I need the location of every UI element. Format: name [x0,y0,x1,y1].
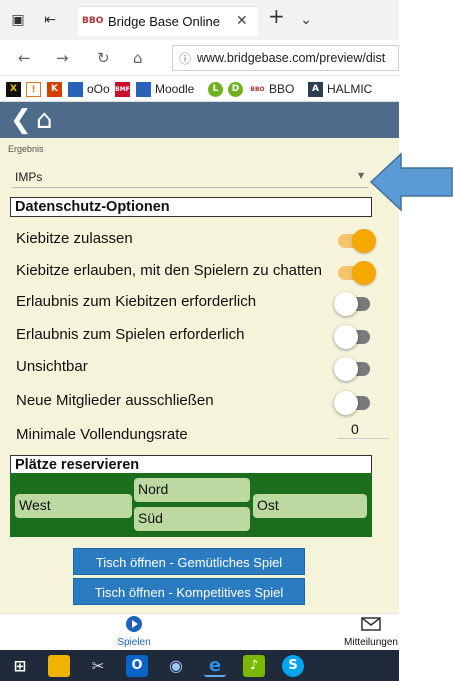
browser-tab-bar: ▣ ⇤ BBO Bridge Base Online ✕ + ⌄ [0,0,399,40]
fav-green-d-icon: D [228,81,243,97]
result-value: IMPs [15,170,43,184]
play-permission-toggle[interactable] [334,325,370,349]
fav-halmic-icon: A [308,81,323,97]
dropdown-caret-icon: ▼ [358,171,365,180]
tab-aside-icon[interactable]: ⇤ [42,12,58,28]
fav-moodle-icon [136,81,151,97]
favorite-item[interactable]: K [47,80,66,98]
url-text: www.bridgebase.com/preview/dist [197,51,386,65]
option-label: Kiebitze erlauben, mit den Spielern zu c… [16,262,323,279]
favorite-item[interactable]: L [208,80,227,98]
favorite-item[interactable]: D [228,80,247,98]
play-tab[interactable]: Spielen [117,616,151,648]
browser-tab[interactable]: BBO Bridge Base Online ✕ [78,6,258,36]
seat-east[interactable]: Ost [253,494,367,518]
favorite-label: BBO [269,82,295,96]
tab-grid-icon[interactable]: ▣ [10,12,26,28]
seat-table: West Nord Süd Ost [10,473,372,537]
min-rate-input[interactable]: 0 [337,421,389,439]
home-icon[interactable]: ⌂ [36,104,53,136]
favorite-item[interactable]: BMF [115,80,134,98]
fav-blue-icon [68,81,83,97]
bbo-favicon-icon: BBO [82,16,104,26]
open-casual-table-button[interactable]: Tisch öffnen - Gemütliches Spiel [73,548,305,575]
exclude-new-members-toggle[interactable] [334,391,370,415]
open-competitive-table-button[interactable]: Tisch öffnen - Kompetitives Spiel [73,578,305,605]
result-label: Ergebnis [8,144,44,154]
favorite-label: Moodle [155,82,195,96]
edge-icon[interactable]: e [204,655,226,677]
fav-green-l-icon: L [208,81,223,97]
option-label: Erlaubnis zum Kiebitzen erforderlich [16,293,257,310]
annotation-arrow-icon [369,152,453,212]
favorite-label: HALMIC [327,82,373,96]
browser-nav-bar: ← → ↻ ⌂ ⓘ www.bridgebase.com/preview/dis… [0,40,399,76]
seat-south[interactable]: Süd [134,507,250,531]
option-label: Kiebitze zulassen [16,230,133,247]
back-icon[interactable]: ← [18,49,31,67]
seat-west[interactable]: West [15,494,132,518]
tab-title: Bridge Base Online [108,14,221,29]
play-tab-label: Spielen [117,637,151,648]
play-icon [126,616,142,632]
fav-bmf-icon: BMF [115,81,130,97]
address-bar[interactable]: ⓘ www.bridgebase.com/preview/dist [172,45,399,71]
favorite-item[interactable]: X [6,80,25,98]
kibitzer-chat-toggle[interactable] [338,261,376,285]
fav-k-icon: K [47,81,62,97]
back-chevron-icon[interactable]: ❮ [10,104,32,136]
favorite-item[interactable]: A HALMIC [308,80,372,98]
min-rate-label: Minimale Vollendungsrate [16,426,188,443]
reserve-seats-heading: Plätze reservieren [10,455,372,475]
option-label: Neue Mitglieder ausschließen [16,392,214,409]
snipping-tool-icon[interactable]: ✂ [87,655,109,677]
new-tab-icon[interactable]: + [268,6,285,26]
file-explorer-icon[interactable] [48,655,70,677]
favorite-item[interactable]: BBO BBO [250,80,294,98]
info-icon[interactable]: ⓘ [179,50,191,67]
kibitz-permission-toggle[interactable] [334,292,370,316]
favorite-item[interactable]: ! [26,80,45,98]
favorite-item[interactable]: Moodle [136,80,194,98]
messages-tab[interactable]: Mitteilungen [343,616,399,648]
messages-tab-label: Mitteilungen [344,637,398,648]
chevron-down-icon[interactable]: ⌄ [298,12,314,28]
app-header: ❮ ⌂ [0,102,399,138]
music-app-icon[interactable]: ♪ [243,655,265,677]
home-icon[interactable]: ⌂ [133,49,143,67]
favorites-bar: X ! K oOo BMF Moodle L D BBO BBO A HALMIC [0,76,399,102]
favorite-item[interactable]: oOo [68,80,110,98]
fav-bbo-icon: BBO [250,81,265,97]
envelope-icon [361,617,381,631]
favorite-label: oOo [87,82,110,96]
fav-warning-icon: ! [26,81,41,97]
forward-icon[interactable]: → [56,49,69,67]
allow-kibitzers-toggle[interactable] [338,229,376,253]
result-select[interactable]: IMPs ▼ [12,168,368,188]
skype-icon[interactable]: S [282,655,304,677]
privacy-options-heading: Datenschutz-Optionen [10,197,372,217]
option-label: Erlaubnis zum Spielen erforderlich [16,326,245,343]
windows-taskbar: ⊞ ✂ O ◉ e ♪ S [0,650,399,681]
refresh-icon[interactable]: ↻ [97,49,110,67]
table-settings-panel: Ergebnis IMPs ▼ Datenschutz-Optionen Kie… [0,138,399,613]
option-label: Unsichtbar [16,358,88,375]
windows-start-icon[interactable]: ⊞ [9,655,31,677]
bottom-nav: Spielen Mitteilungen [0,613,399,650]
close-tab-icon[interactable]: ✕ [236,13,248,29]
globe-app-icon[interactable]: ◉ [165,655,187,677]
invisible-toggle[interactable] [334,357,370,381]
outlook-icon[interactable]: O [126,655,148,677]
min-rate-value: 0 [351,421,359,437]
seat-north[interactable]: Nord [134,478,250,502]
fav-x-icon: X [6,81,21,97]
